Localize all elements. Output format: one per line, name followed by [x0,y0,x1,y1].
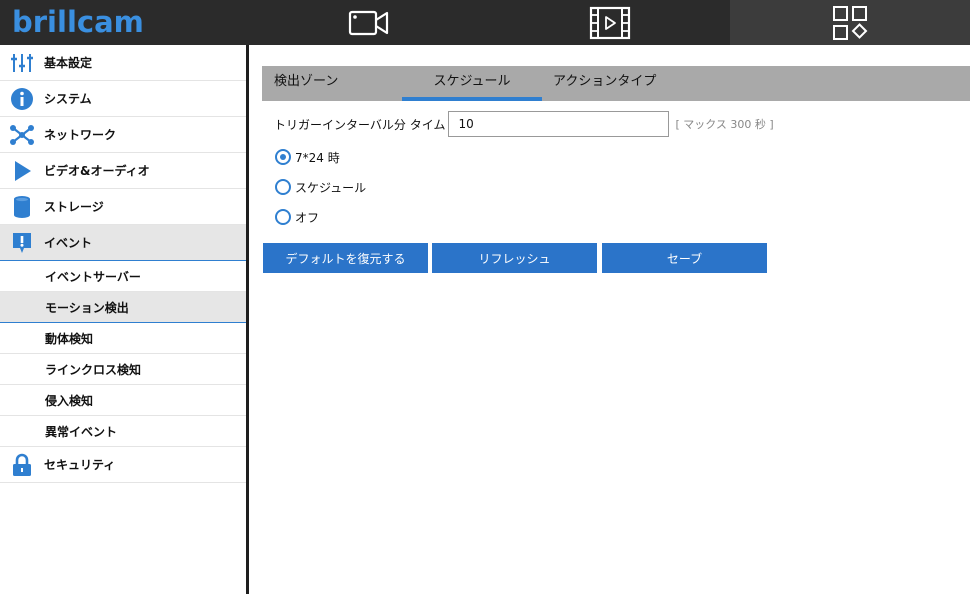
settings-grid-icon [833,5,868,40]
sliders-icon [0,45,44,81]
radio-option-24x7[interactable]: 7*24 時 [275,148,340,166]
radio-label: スケジュール [295,180,367,195]
sidebar-item-event[interactable]: イベント [0,225,246,261]
info-icon [0,81,44,117]
live-view-nav[interactable] [248,0,489,45]
sidebar-item-label: 基本設定 [44,56,93,70]
radio-label: オフ [295,210,320,225]
interval-input[interactable] [448,111,670,137]
radio-label: 7*24 時 [295,150,340,165]
sidebar-item-system[interactable]: システム [0,81,246,117]
interval-hint: [ マックス 300 秒 ] [675,118,774,131]
radio-unchecked-icon[interactable] [275,179,291,195]
restore-defaults-button[interactable]: デフォルトを復元する [263,243,428,273]
film-playback-icon [589,6,630,39]
radio-unchecked-icon[interactable] [275,209,291,225]
sidebar-item-video-audio[interactable]: ビデオ&オーディオ [0,153,246,189]
sidebar-item-label: システム [44,92,92,106]
interval-row: トリガーインターバル分 タイム [ マックス 300 秒 ] [274,111,774,137]
alert-icon [0,225,44,261]
play-icon [0,153,44,189]
database-icon [0,189,44,225]
interval-label: トリガーインターバル分 タイム [274,117,446,132]
video-camera-icon [348,10,388,35]
lock-icon [0,447,44,483]
tab-schedule[interactable]: スケジュール [402,66,542,101]
sub-item-moving-object[interactable]: 動体検知 [0,323,246,354]
tab-detection-zone[interactable]: 検出ゾーン [262,66,350,101]
save-button[interactable]: セーブ [602,243,767,273]
sub-item-motion-detection[interactable]: モーション検出 [0,292,246,323]
tab-action-type[interactable]: アクションタイプ [541,66,668,101]
sidebar-item-security[interactable]: セキュリティ [0,447,246,483]
radio-option-schedule[interactable]: スケジュール [275,178,366,196]
sidebar-item-network[interactable]: ネットワーク [0,117,246,153]
radio-checked-icon[interactable] [275,149,291,165]
settings-nav[interactable] [730,0,970,45]
tab-bar: 検出ゾーン スケジュール アクションタイプ [262,66,970,101]
sub-item-intrusion[interactable]: 侵入検知 [0,385,246,416]
top-bar: brillcam [0,0,970,45]
sidebar-item-basic-settings[interactable]: 基本設定 [0,45,246,81]
network-icon [0,117,44,153]
main-content: 検出ゾーン スケジュール アクションタイプ トリガーインターバル分 タイム [ … [252,45,970,594]
sidebar-item-label: セキュリティ [44,458,116,472]
sidebar-item-label: ネットワーク [44,128,117,142]
sub-item-line-cross[interactable]: ラインクロス検知 [0,354,246,385]
sub-item-event-server[interactable]: イベントサーバー [0,261,246,292]
sidebar-item-label: イベント [44,236,93,250]
sidebar-item-storage[interactable]: ストレージ [0,189,246,225]
radio-option-off[interactable]: オフ [275,208,319,226]
brand-logo: brillcam [12,5,144,39]
sidebar-item-label: ストレージ [44,200,104,214]
sub-item-abnormal-event[interactable]: 異常イベント [0,416,246,447]
sidebar: 基本設定 システム ネットワーク ビデオ&オーディオ ストレージ イベント イベ… [0,45,249,594]
refresh-button[interactable]: リフレッシュ [432,243,597,273]
playback-nav[interactable] [489,0,730,45]
sidebar-item-label: ビデオ&オーディオ [44,164,150,178]
